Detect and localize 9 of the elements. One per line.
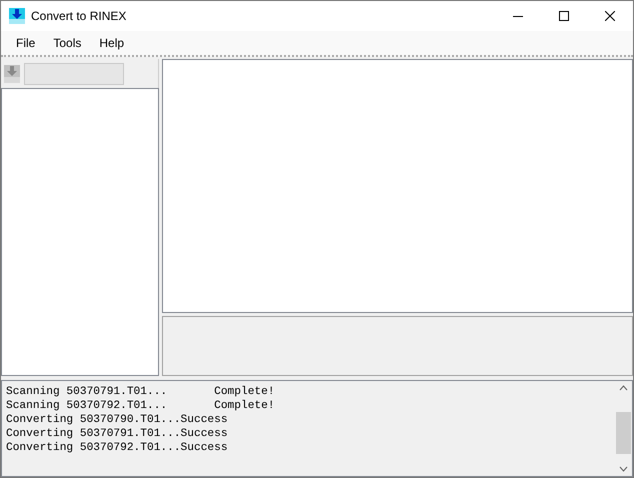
convert-icon[interactable] xyxy=(4,64,20,82)
window-title: Convert to RINEX xyxy=(31,8,126,25)
menu-item[interactable]: Tools xyxy=(44,34,90,52)
menu-item[interactable]: File xyxy=(7,34,44,52)
close-icon xyxy=(605,11,615,21)
app-icon xyxy=(9,8,25,24)
menu-item[interactable]: Help xyxy=(90,34,134,52)
maximize-icon xyxy=(559,11,569,21)
scroll-thumb[interactable] xyxy=(616,412,631,454)
